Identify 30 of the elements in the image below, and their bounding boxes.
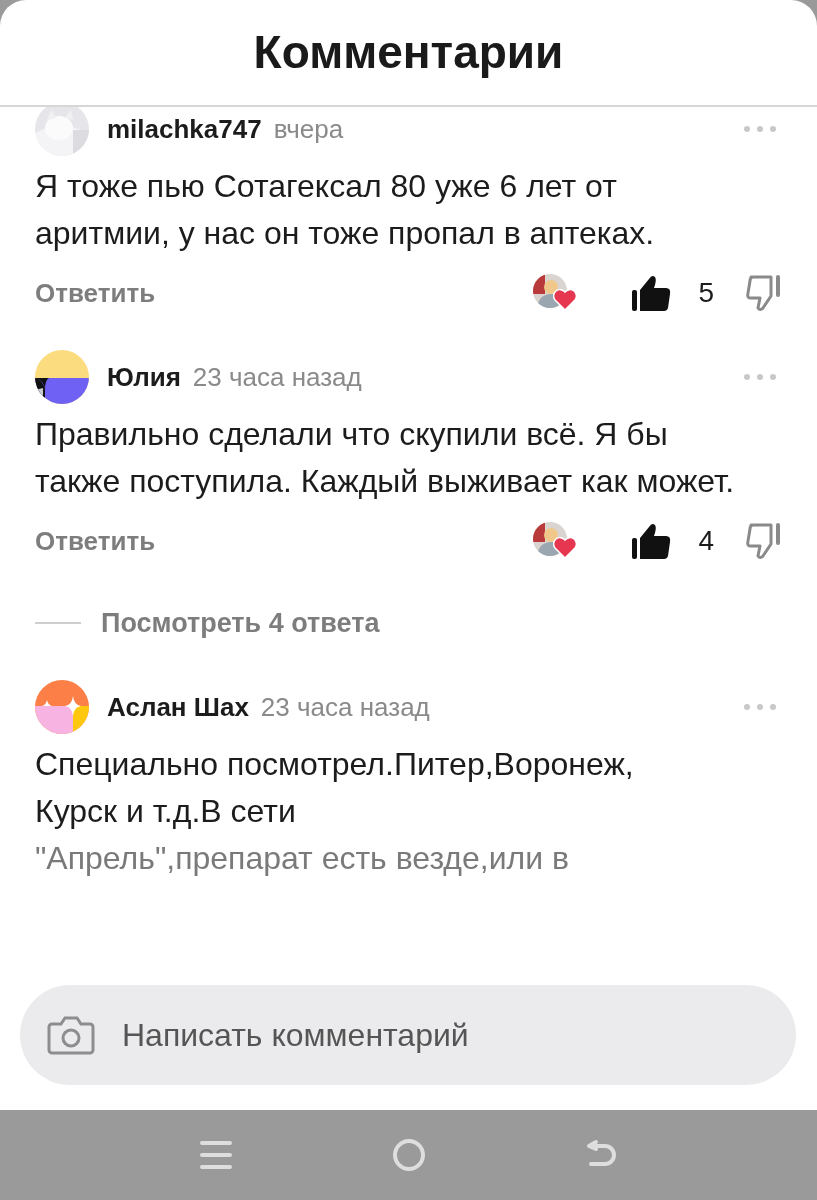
comment-text: Специально посмотрел.Питер,Воронеж, Курск и т.д.В сети "Апрель",препарат есть везде,или в: [35, 745, 635, 878]
reply-link[interactable]: Ответить: [35, 273, 156, 313]
author-name[interactable]: milachka747: [107, 109, 262, 149]
thumbs-up-icon[interactable]: [631, 521, 672, 561]
more-icon[interactable]: [743, 373, 777, 381]
comment-time: вчера: [273, 112, 344, 146]
comment-time: 23 часа назад: [260, 690, 430, 724]
comment-text: Я тоже пью Сотагексал 80 уже 6 лет от аритмии, у нас он тоже пропал в аптеках.: [35, 167, 656, 253]
comment-time: 23 часа назад: [192, 360, 362, 394]
like-count: 5: [698, 276, 714, 310]
sheet-title: Комментарии: [253, 25, 564, 80]
more-icon[interactable]: [743, 125, 777, 133]
avatar-icon: [35, 350, 89, 404]
thumbs-down-icon[interactable]: [746, 522, 782, 560]
comment-text: Правильно сделали что скупили всё. Я бы также поступила. Каждый выживает как может.: [35, 415, 736, 501]
menu-icon[interactable]: [199, 1139, 232, 1171]
heart-icon: [553, 537, 578, 559]
thumbs-down-icon[interactable]: [746, 274, 782, 312]
like-count: 4: [698, 524, 714, 558]
avatar-icon: [35, 680, 89, 734]
heart-icon: [553, 289, 578, 311]
author-name[interactable]: Юлия: [107, 357, 181, 397]
camera-icon: [46, 1014, 96, 1056]
thumbs-up-icon[interactable]: [631, 273, 672, 313]
more-icon[interactable]: [743, 703, 777, 711]
view-replies-link[interactable]: Посмотреть 4 ответа: [101, 602, 380, 644]
reply-link[interactable]: Ответить: [35, 521, 156, 561]
home-icon[interactable]: [391, 1138, 426, 1172]
author-name[interactable]: Аслан Шах: [107, 687, 249, 727]
comment-field[interactable]: Написать комментарий: [20, 985, 796, 1085]
